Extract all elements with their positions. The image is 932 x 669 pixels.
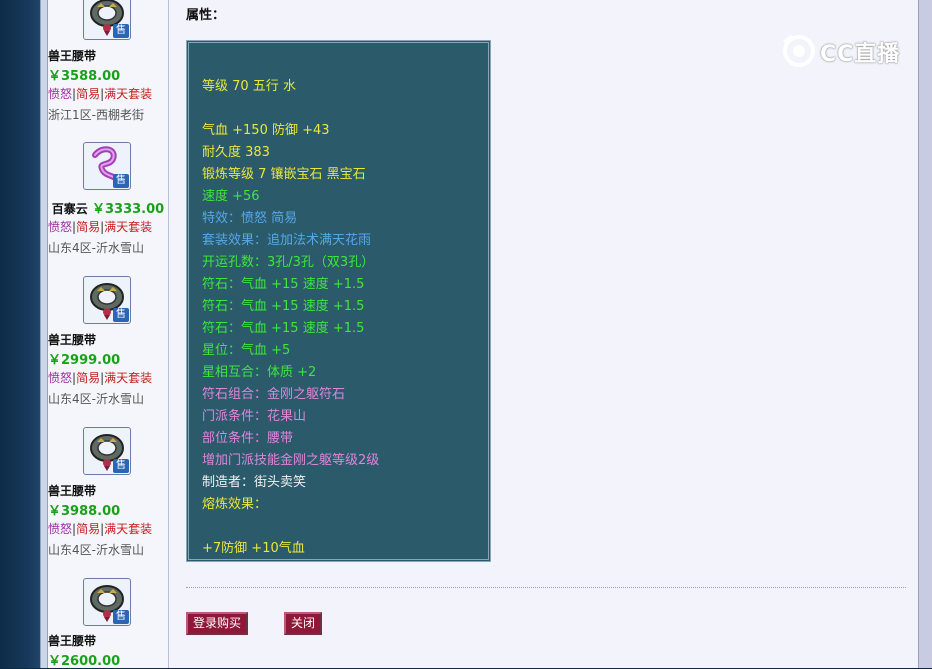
attr-line: 星位：气血 +5	[202, 343, 291, 358]
item-1-tag-3: 满天套装	[104, 220, 153, 234]
item-list-sidebar: 售 兽王腰带 ￥3588.00 愤怒|简易|满天套装 浙江1区-西棚老街 售 百…	[48, 0, 169, 669]
item-0-name[interactable]: 兽王腰带	[48, 47, 168, 64]
item-3-price: ￥3988.00	[48, 504, 121, 519]
attr-line: 等级 70 五行 水	[202, 79, 296, 94]
item-2-tag-3: 满天套装	[104, 371, 153, 385]
item-3-thumbnail[interactable]: 售	[83, 427, 131, 475]
watermark: CC直播	[780, 32, 904, 68]
item-0-tag-1: 愤怒	[48, 87, 73, 101]
attr-line: 星相互合：体质 +2	[202, 365, 317, 380]
attr-line: 气血 +150 防御 +43	[202, 123, 330, 138]
item-3-tag-3: 满天套装	[104, 522, 153, 536]
attr-line: 制造者：街头卖笑	[202, 475, 307, 490]
item-2-name[interactable]: 兽王腰带	[48, 331, 168, 348]
login-buy-button[interactable]: 登录购买	[186, 612, 248, 635]
attr-line: 增加门派技能金刚之躯等级2级	[202, 453, 380, 468]
attr-line: 耐久度 383	[202, 145, 270, 160]
attr-line: +7防御 +10气血	[202, 541, 305, 556]
item-2-tag-2: 简易	[76, 371, 101, 385]
item-1-tags: 愤怒|简易|满天套装	[48, 220, 153, 234]
sell-badge: 售	[113, 174, 129, 188]
item-0-thumbnail[interactable]: 售	[83, 0, 131, 40]
item-3-tag-2: 简易	[76, 522, 101, 536]
item-2-price: ￥2999.00	[48, 353, 121, 368]
sell-badge: 售	[113, 24, 129, 38]
item-3-tags: 愤怒|简易|满天套装	[48, 522, 153, 536]
item-0-price: ￥3588.00	[48, 69, 121, 84]
attr-line: 符石：气血 +15 速度 +1.5	[202, 321, 365, 336]
attr-line: 速度 +56	[202, 189, 260, 204]
attr-line: 符石：气血 +15 速度 +1.5	[202, 277, 365, 292]
sell-badge: 售	[113, 308, 129, 322]
item-4-price: ￥2600.00	[48, 654, 121, 669]
item-0-server: 浙江1区-西棚老街	[48, 108, 144, 122]
item-1-price: ￥3333.00	[91, 202, 165, 217]
item-3-server: 山东4区-沂水雪山	[48, 543, 144, 557]
item-2-server: 山东4区-沂水雪山	[48, 392, 144, 406]
attr-line: 符石：气血 +15 速度 +1.5	[202, 299, 365, 314]
item-0-tag-2: 简易	[76, 87, 101, 101]
item-4-thumbnail[interactable]: 售	[83, 578, 131, 626]
attr-line: 套装效果：追加法术满天花雨	[202, 233, 372, 248]
item-3-name[interactable]: 兽王腰带	[48, 482, 168, 499]
watermark-text: CC直播	[820, 42, 901, 67]
sell-badge: 售	[113, 459, 129, 473]
item-3-tag-1: 愤怒	[48, 522, 73, 536]
attributes-panel: 等级 70 五行 水 气血 +150 防御 +43 耐久度 383 锻炼等级 7…	[186, 40, 491, 562]
right-frame-edge	[918, 0, 932, 668]
attr-line: 开运孔数：3孔/3孔（双3孔）	[202, 255, 375, 270]
item-2-thumbnail[interactable]: 售	[83, 276, 131, 324]
attr-line: 特效：愤怒 简易	[202, 211, 298, 226]
item-0-tag-3: 满天套装	[104, 87, 153, 101]
divider	[186, 587, 906, 588]
attr-line: 部位条件：腰带	[202, 431, 294, 446]
item-0-tags: 愤怒|简易|满天套装	[48, 87, 153, 101]
sell-badge: 售	[113, 610, 129, 624]
attr-line: 熔炼效果：	[202, 497, 268, 512]
main-content: 售 兽王腰带 ￥3588.00 愤怒|简易|满天套装 浙江1区-西棚老街 售 百…	[48, 0, 918, 669]
attr-line: 符石组合：金刚之躯符石	[202, 387, 346, 402]
attr-line: 门派条件：花果山	[202, 409, 307, 424]
left-frame-edge	[40, 0, 48, 668]
item-1-tag-1: 愤怒	[48, 220, 73, 234]
item-1-name[interactable]: 百寨云	[52, 202, 88, 216]
item-2-tags: 愤怒|简易|满天套装	[48, 371, 153, 385]
attributes-label: 属性：	[186, 8, 226, 23]
item-4-name[interactable]: 兽王腰带	[48, 632, 168, 649]
item-1-tag-2: 简易	[76, 220, 101, 234]
item-2-tag-1: 愤怒	[48, 371, 73, 385]
attr-line: 锻炼等级 7 镶嵌宝石 黑宝石	[202, 167, 366, 182]
cc-logo-icon	[783, 34, 815, 67]
item-1-name-price-row: 百寨云 ￥3333.00	[48, 198, 168, 217]
item-1-thumbnail[interactable]: 售	[83, 142, 131, 190]
item-1-server: 山东4区-沂水雪山	[48, 241, 144, 255]
close-button[interactable]: 关闭	[284, 612, 322, 635]
